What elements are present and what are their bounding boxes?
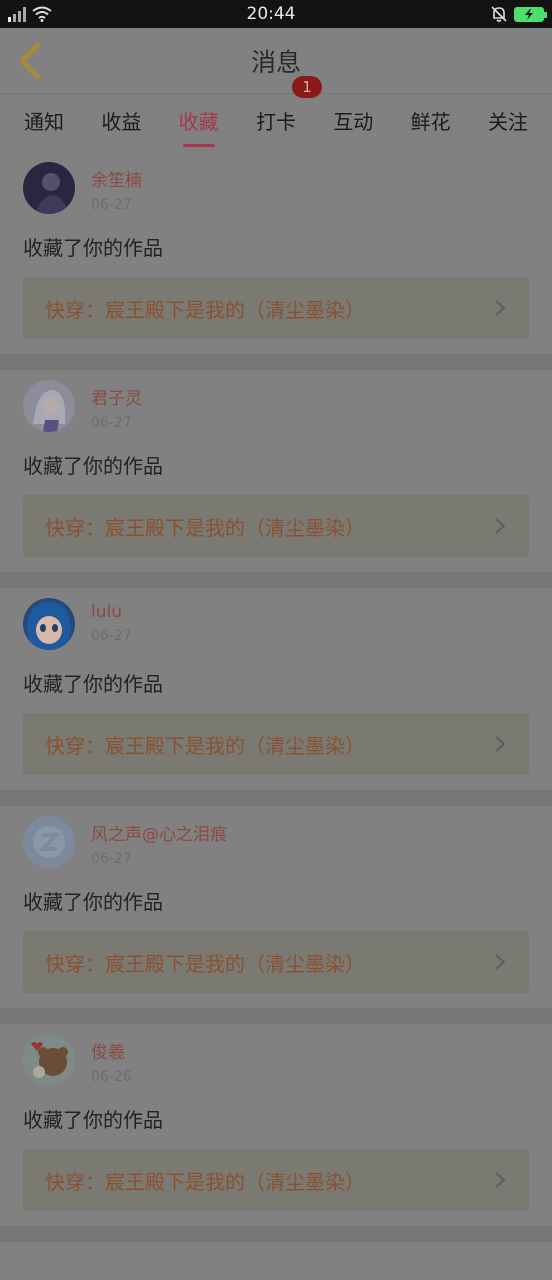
battery-icon	[514, 6, 547, 22]
message-feed: 余笙楠 06-27 收藏了你的作品 快穿：宸王殿下是我的（清尘墨染） 君子灵 0…	[0, 146, 552, 1242]
status-time: 20:44	[246, 4, 296, 24]
tab-label: 收藏	[178, 109, 219, 134]
avatar[interactable]	[23, 1034, 75, 1086]
avatar[interactable]	[23, 380, 75, 432]
action-text: 收藏了你的作品	[23, 1108, 163, 1132]
tab-label: 收益	[101, 109, 142, 134]
action-text: 收藏了你的作品	[23, 672, 163, 696]
avatar[interactable]	[23, 162, 75, 214]
action-text: 收藏了你的作品	[23, 890, 163, 914]
chevron-right-icon	[495, 518, 506, 534]
message-date: 06-27	[91, 197, 132, 213]
chevron-right-icon	[495, 300, 506, 316]
back-arrow-icon	[19, 42, 41, 80]
username-link[interactable]: 俊羲	[91, 1038, 132, 1063]
status-left	[8, 6, 52, 22]
tab-bar: 通知 收益 收藏 打卡 1 互动 鲜花 关注	[0, 75, 552, 147]
message-date: 06-26	[91, 1069, 132, 1085]
signal-icon	[8, 6, 26, 22]
tab-favorites[interactable]: 收藏	[177, 106, 221, 147]
message-card: lulu 06-27 收藏了你的作品 快穿：宸王殿下是我的（清尘墨染）	[0, 588, 552, 806]
tab-notifications[interactable]: 通知	[22, 106, 66, 135]
message-date: 06-27	[91, 851, 132, 867]
header: 消息	[0, 28, 552, 94]
work-title: 快穿：宸王殿下是我的（清尘墨染）	[45, 951, 365, 976]
tab-label: 关注	[487, 109, 528, 134]
status-bar: 20:44	[0, 0, 552, 28]
work-link[interactable]: 快穿：宸王殿下是我的（清尘墨染）	[23, 277, 529, 339]
tab-follows[interactable]: 关注	[486, 106, 530, 135]
work-link[interactable]: 快穿：宸王殿下是我的（清尘墨染）	[23, 495, 529, 557]
chevron-right-icon	[495, 954, 506, 970]
username-link[interactable]: 风之声@心之泪痕	[91, 820, 227, 845]
tab-checkin[interactable]: 打卡 1	[254, 75, 322, 135]
message-date: 06-27	[91, 415, 132, 431]
work-link[interactable]: 快穿：宸王殿下是我的（清尘墨染）	[23, 713, 529, 775]
message-card: 风之声@心之泪痕 06-27 收藏了你的作品 快穿：宸王殿下是我的（清尘墨染）	[0, 806, 552, 1024]
message-date: 06-27	[91, 628, 132, 644]
back-button[interactable]	[12, 40, 48, 82]
message-card: 余笙楠 06-27 收藏了你的作品 快穿：宸王殿下是我的（清尘墨染）	[0, 152, 552, 370]
action-text: 收藏了你的作品	[23, 454, 163, 478]
wifi-icon	[32, 6, 52, 22]
username-link[interactable]: 余笙楠	[91, 166, 142, 191]
tab-earnings[interactable]: 收益	[99, 106, 143, 135]
message-card: 君子灵 06-27 收藏了你的作品 快穿：宸王殿下是我的（清尘墨染）	[0, 370, 552, 588]
work-title: 快穿：宸王殿下是我的（清尘墨染）	[45, 297, 365, 322]
work-title: 快穿：宸王殿下是我的（清尘墨染）	[45, 733, 365, 758]
work-title: 快穿：宸王殿下是我的（清尘墨染）	[45, 1169, 365, 1194]
username-link[interactable]: 君子灵	[91, 384, 142, 409]
action-text: 收藏了你的作品	[23, 236, 163, 260]
checkin-badge: 1	[291, 75, 322, 98]
chevron-right-icon	[495, 736, 506, 752]
work-link[interactable]: 快穿：宸王殿下是我的（清尘墨染）	[23, 931, 529, 993]
tab-label: 通知	[24, 109, 64, 134]
work-link[interactable]: 快穿：宸王殿下是我的（清尘墨染）	[23, 1149, 529, 1211]
tab-label: 互动	[333, 109, 374, 134]
work-title: 快穿：宸王殿下是我的（清尘墨染）	[45, 515, 365, 540]
avatar[interactable]	[23, 816, 75, 868]
page-title: 消息	[250, 47, 301, 77]
chevron-right-icon	[495, 1172, 506, 1188]
message-card: 俊羲 06-26 收藏了你的作品 快穿：宸王殿下是我的（清尘墨染）	[0, 1024, 552, 1242]
tab-label: 鲜花	[410, 109, 451, 134]
tab-label: 打卡	[255, 109, 296, 134]
mute-bell-icon	[491, 6, 507, 22]
screen: 20:44 消息 通知 收益 收藏 打卡 1 互动 鲜花 关注 余笙楠 06-2…	[0, 0, 552, 1280]
avatar[interactable]	[23, 598, 75, 650]
username-link[interactable]: lulu	[91, 602, 132, 622]
tab-interactions[interactable]: 互动	[331, 106, 375, 135]
tab-flowers[interactable]: 鲜花	[409, 106, 453, 135]
status-right	[490, 5, 547, 23]
